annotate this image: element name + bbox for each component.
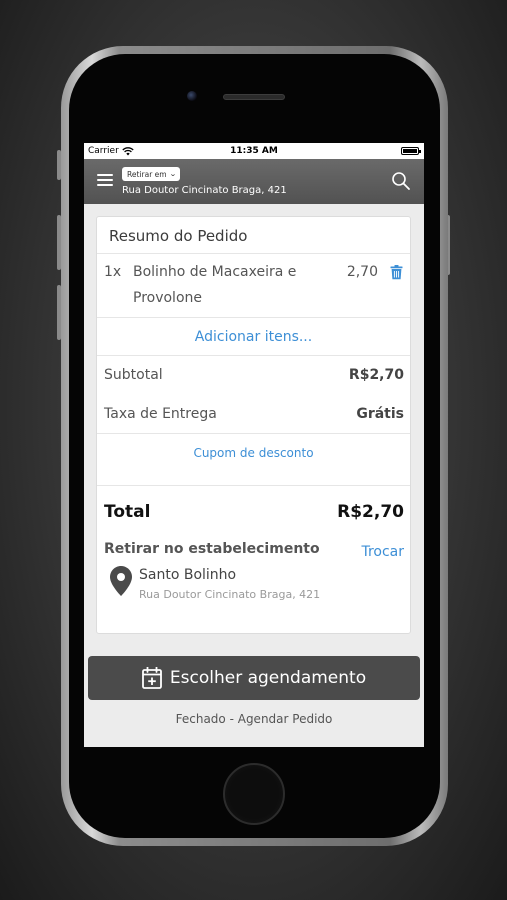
total-row: Total R$2,70 (97, 486, 410, 538)
delivery-fee-label: Taxa de Entrega (104, 406, 217, 422)
location-pin-icon (110, 566, 132, 596)
subtotal-label: Subtotal (104, 367, 163, 383)
calendar-plus-icon (141, 667, 162, 689)
choose-schedule-label: Escolher agendamento (169, 668, 367, 688)
delivery-fee-value: Grátis (356, 406, 404, 422)
discount-coupon-link[interactable]: Cupom de desconto (97, 434, 410, 486)
change-store-link[interactable]: Trocar (361, 544, 404, 560)
subtotal-row: Subtotal R$2,70 (97, 356, 410, 395)
home-button[interactable] (223, 763, 285, 825)
total-label: Total (104, 502, 151, 522)
main-content: Resumo do Pedido 1x Bolinho de Macaxeira… (84, 204, 424, 747)
status-bar: Carrier 11:35 AM (84, 143, 424, 159)
store-name: Santo Bolinho (139, 567, 237, 583)
add-items-link[interactable]: Adicionar itens... (97, 318, 410, 356)
order-item-row: 1x Bolinho de Macaxeira e Provolone 2,70 (97, 254, 410, 318)
pickup-title: Retirar no estabelecimento (104, 541, 320, 557)
total-value: R$2,70 (337, 502, 404, 522)
earpiece-speaker (223, 94, 285, 100)
discount-coupon-label: Cupom de desconto (193, 446, 314, 460)
header-address: Rua Doutor Cincinato Braga, 421 (122, 185, 287, 196)
battery-icon (401, 147, 421, 155)
chevron-down-icon: ⌄ (168, 170, 177, 178)
delivery-fee-row: Taxa de Entrega Grátis (97, 395, 410, 434)
pickup-section: Retirar no estabelecimento Trocar Santo … (97, 538, 410, 618)
item-name: Bolinho de Macaxeira e Provolone (133, 264, 297, 306)
app-header: Retirar em ⌄ Rua Doutor Cincinato Braga,… (84, 159, 424, 204)
clock: 11:35 AM (230, 146, 278, 156)
choose-schedule-button[interactable]: Escolher agendamento (88, 656, 420, 700)
pickup-mode-dropdown[interactable]: Retirar em ⌄ (122, 167, 181, 181)
store-address: Rua Doutor Cincinato Braga, 421 (139, 588, 321, 601)
app-screen: Carrier 11:35 AM Retirar em ⌄ Rua Doutor… (84, 143, 424, 747)
store-status-note: Fechado - Agendar Pedido (175, 712, 333, 726)
front-camera (187, 91, 197, 101)
pickup-mode-label: Retirar em (127, 169, 167, 179)
order-summary-card: Resumo do Pedido 1x Bolinho de Macaxeira… (96, 216, 411, 634)
subtotal-value: R$2,70 (348, 367, 404, 383)
hamburger-menu-icon[interactable] (97, 174, 113, 188)
item-price: 2,70 (346, 264, 378, 280)
trash-icon[interactable] (390, 265, 403, 280)
order-summary-title: Resumo do Pedido (97, 217, 410, 254)
item-quantity: 1x (104, 264, 122, 280)
search-icon[interactable] (391, 171, 411, 191)
